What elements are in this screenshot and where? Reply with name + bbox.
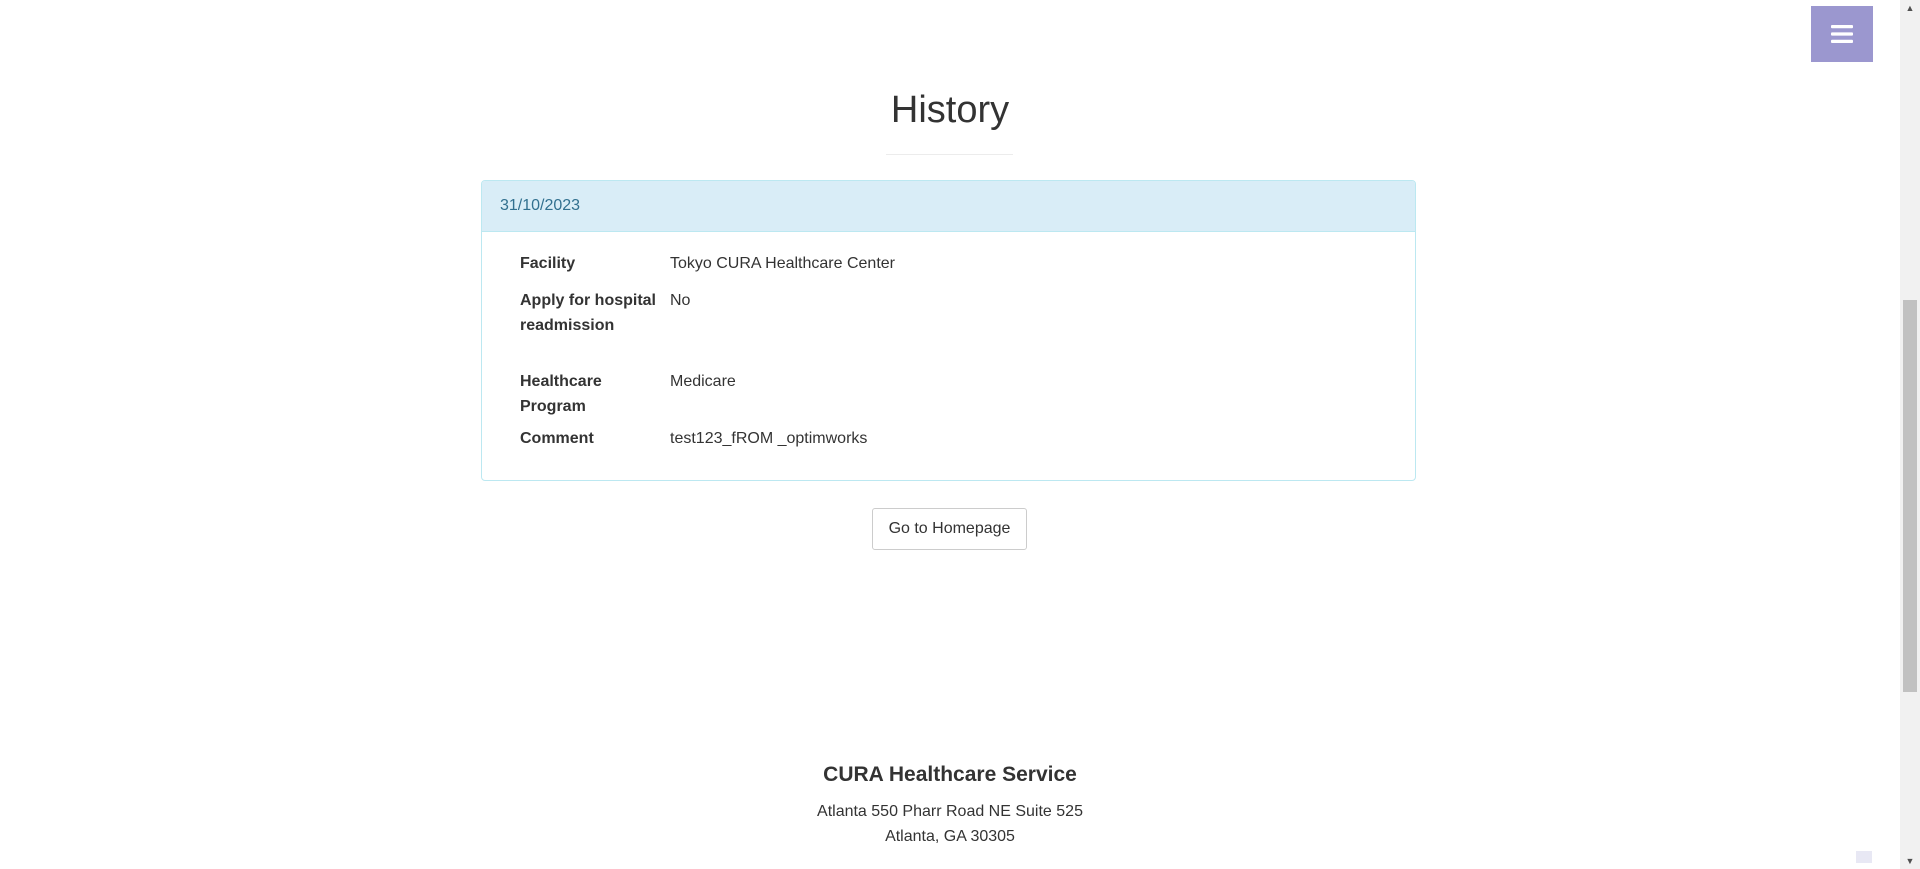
detail-row-comment: Comment test123_fROM _optimworks [520,426,1390,451]
go-to-homepage-button[interactable]: Go to Homepage [872,508,1027,550]
footer-address-line1: Atlanta 550 Pharr Road NE Suite 525 [817,803,1083,820]
detail-value: Medicare [670,373,736,390]
footer-address-line2: Atlanta, GA 30305 [885,828,1015,845]
vertical-scrollbar[interactable]: ▲ ▼ [1900,0,1920,869]
page-title: History [890,89,1010,131]
detail-value: Tokyo CURA Healthcare Center [670,255,895,272]
detail-value: No [670,292,691,309]
scrollbar-thumb[interactable] [1903,300,1917,692]
detail-label: Comment [520,430,594,447]
title-divider [886,154,1013,155]
scroll-up-arrow-icon[interactable]: ▲ [1900,0,1920,16]
browser-viewport: History 31/10/2023 Facility Tokyo CURA H… [0,0,1920,869]
detail-label: Healthcare Program [520,373,602,415]
detail-row-readmission: Apply for hospital readmission No [520,288,1390,338]
history-record-date: 31/10/2023 [482,181,1415,232]
footer-company-name: CURA Healthcare Service [823,763,1077,786]
detail-row-program: Healthcare Program Medicare [520,369,1390,419]
history-record-panel: 31/10/2023 Facility Tokyo CURA Healthcar… [481,180,1416,481]
hamburger-menu-icon [1831,25,1853,43]
detail-label: Apply for hospital readmission [520,292,656,334]
detail-label: Facility [520,255,576,272]
detail-value: test123_fROM _optimworks [670,430,868,447]
scroll-down-arrow-icon[interactable]: ▼ [1900,853,1920,869]
menu-toggle-button[interactable] [1811,6,1873,62]
detail-row-facility: Facility Tokyo CURA Healthcare Center [520,251,1390,276]
history-page: History 31/10/2023 Facility Tokyo CURA H… [0,0,1900,869]
corner-widget [1856,851,1872,863]
